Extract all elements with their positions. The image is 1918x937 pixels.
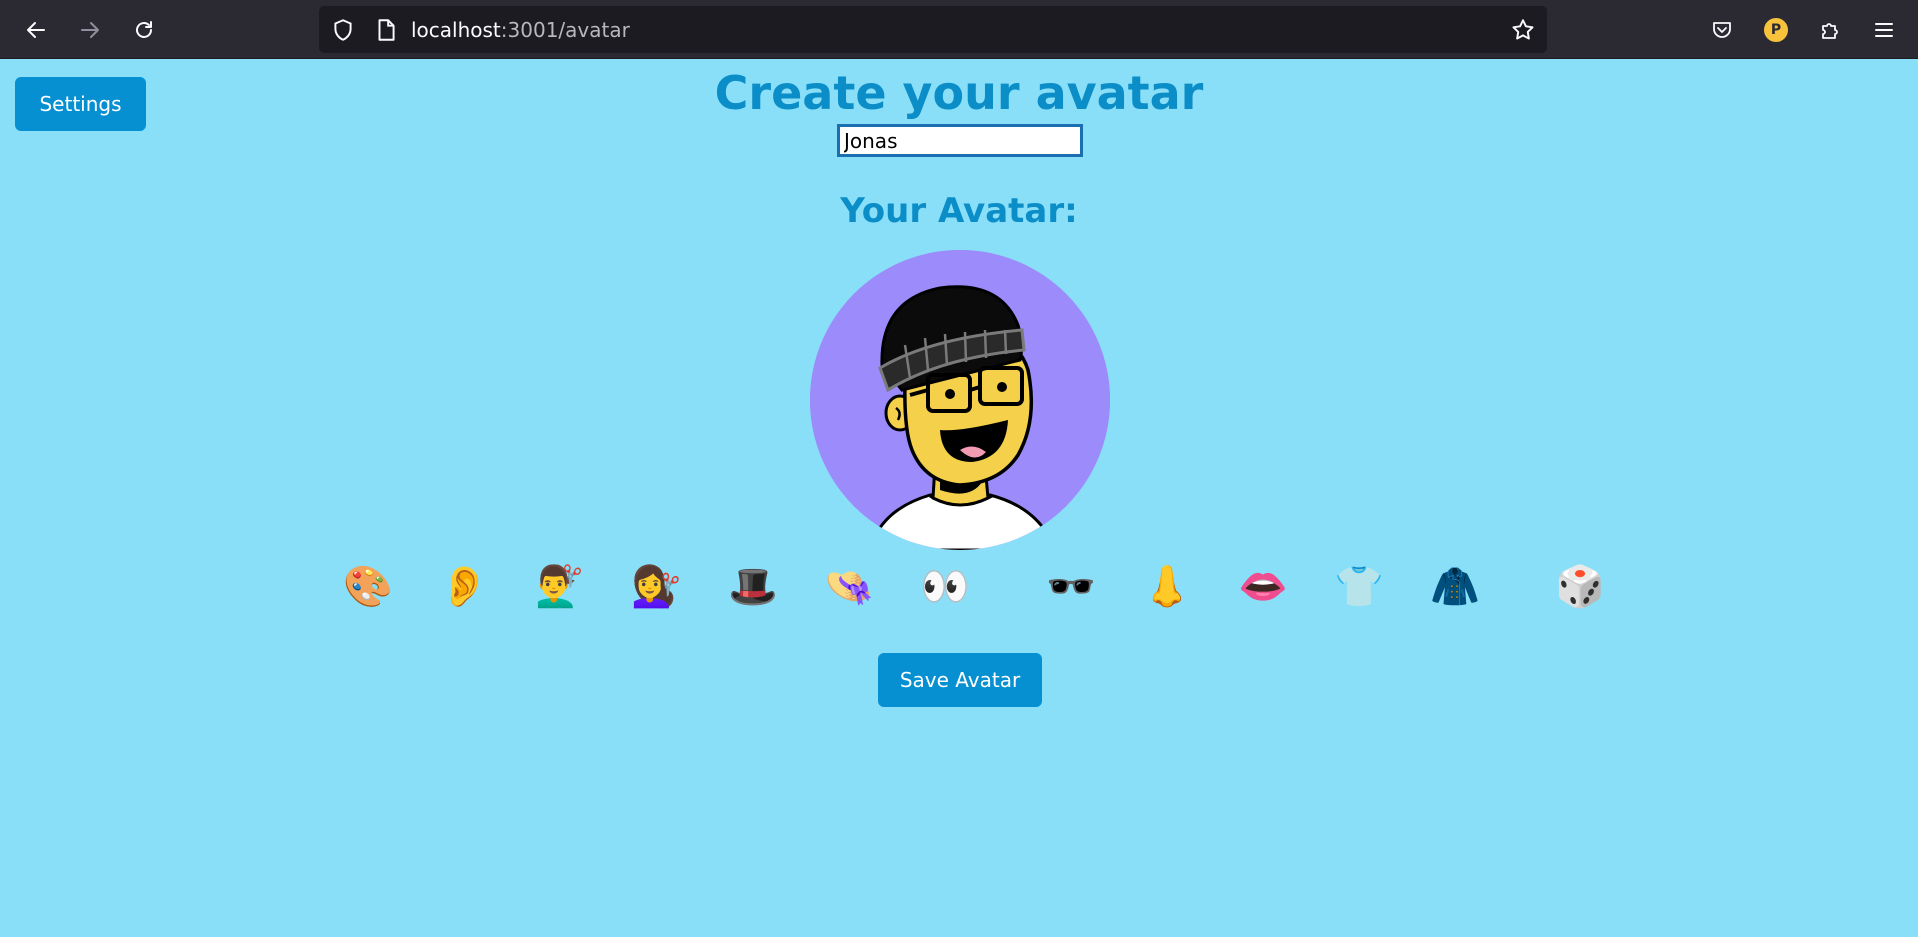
reload-button[interactable]	[126, 12, 162, 48]
forward-button[interactable]	[72, 12, 108, 48]
man-haircut-icon[interactable]: 💇‍♂️	[534, 562, 586, 612]
pocket-button[interactable]	[1704, 12, 1740, 48]
avatar-preview	[810, 250, 1110, 550]
profile-button[interactable]: P	[1758, 12, 1794, 48]
page-icon[interactable]	[373, 17, 399, 43]
url-bar[interactable]: localhost:3001/avatar	[319, 6, 1547, 53]
mouth-icon[interactable]: 👄	[1237, 562, 1289, 612]
womans-hat-icon[interactable]: 👒	[823, 562, 875, 612]
pocket-icon	[1713, 22, 1731, 38]
save-avatar-button[interactable]: Save Avatar	[878, 653, 1042, 707]
page-title: Create your avatar	[714, 66, 1204, 120]
menu-button[interactable]	[1866, 12, 1902, 48]
shield-icon[interactable]	[330, 17, 356, 43]
nose-icon[interactable]: 👃	[1141, 562, 1193, 612]
back-button[interactable]	[18, 12, 54, 48]
tshirt-icon[interactable]: 👕	[1333, 562, 1385, 612]
url-text[interactable]: localhost:3001/avatar	[411, 17, 630, 43]
top-hat-icon[interactable]: 🎩	[727, 562, 779, 612]
url-host: localhost	[411, 18, 501, 42]
avatar-options-bar: 🎨 👂 💇‍♂️ 💇‍♀️ 🎩 👒 👀 🕶️ 👃 👄 👕 🧥 🎲	[0, 562, 1918, 612]
arrow-left-icon	[27, 22, 45, 38]
coat-icon[interactable]: 🧥	[1429, 562, 1481, 612]
extensions-button[interactable]	[1812, 12, 1848, 48]
eyes-icon[interactable]: 👀	[919, 562, 971, 612]
bookmark-star-icon[interactable]	[1510, 17, 1536, 43]
palette-icon[interactable]: 🎨	[342, 562, 394, 612]
dice-icon[interactable]: 🎲	[1554, 562, 1606, 612]
avatar-illustration	[810, 250, 1110, 550]
sunglasses-icon[interactable]: 🕶️	[1045, 562, 1097, 612]
name-input[interactable]	[837, 124, 1083, 157]
avatar-heading: Your Avatar:	[840, 191, 1078, 231]
woman-haircut-icon[interactable]: 💇‍♀️	[630, 562, 682, 612]
hamburger-icon	[1875, 23, 1893, 37]
url-path: :3001/avatar	[500, 18, 630, 42]
arrow-right-icon	[81, 22, 99, 38]
ear-icon[interactable]: 👂	[438, 562, 490, 612]
puzzle-icon	[1822, 23, 1838, 39]
reload-icon	[136, 21, 152, 38]
browser-toolbar: localhost:3001/avatar P	[0, 0, 1918, 59]
profile-avatar: P	[1764, 18, 1788, 42]
